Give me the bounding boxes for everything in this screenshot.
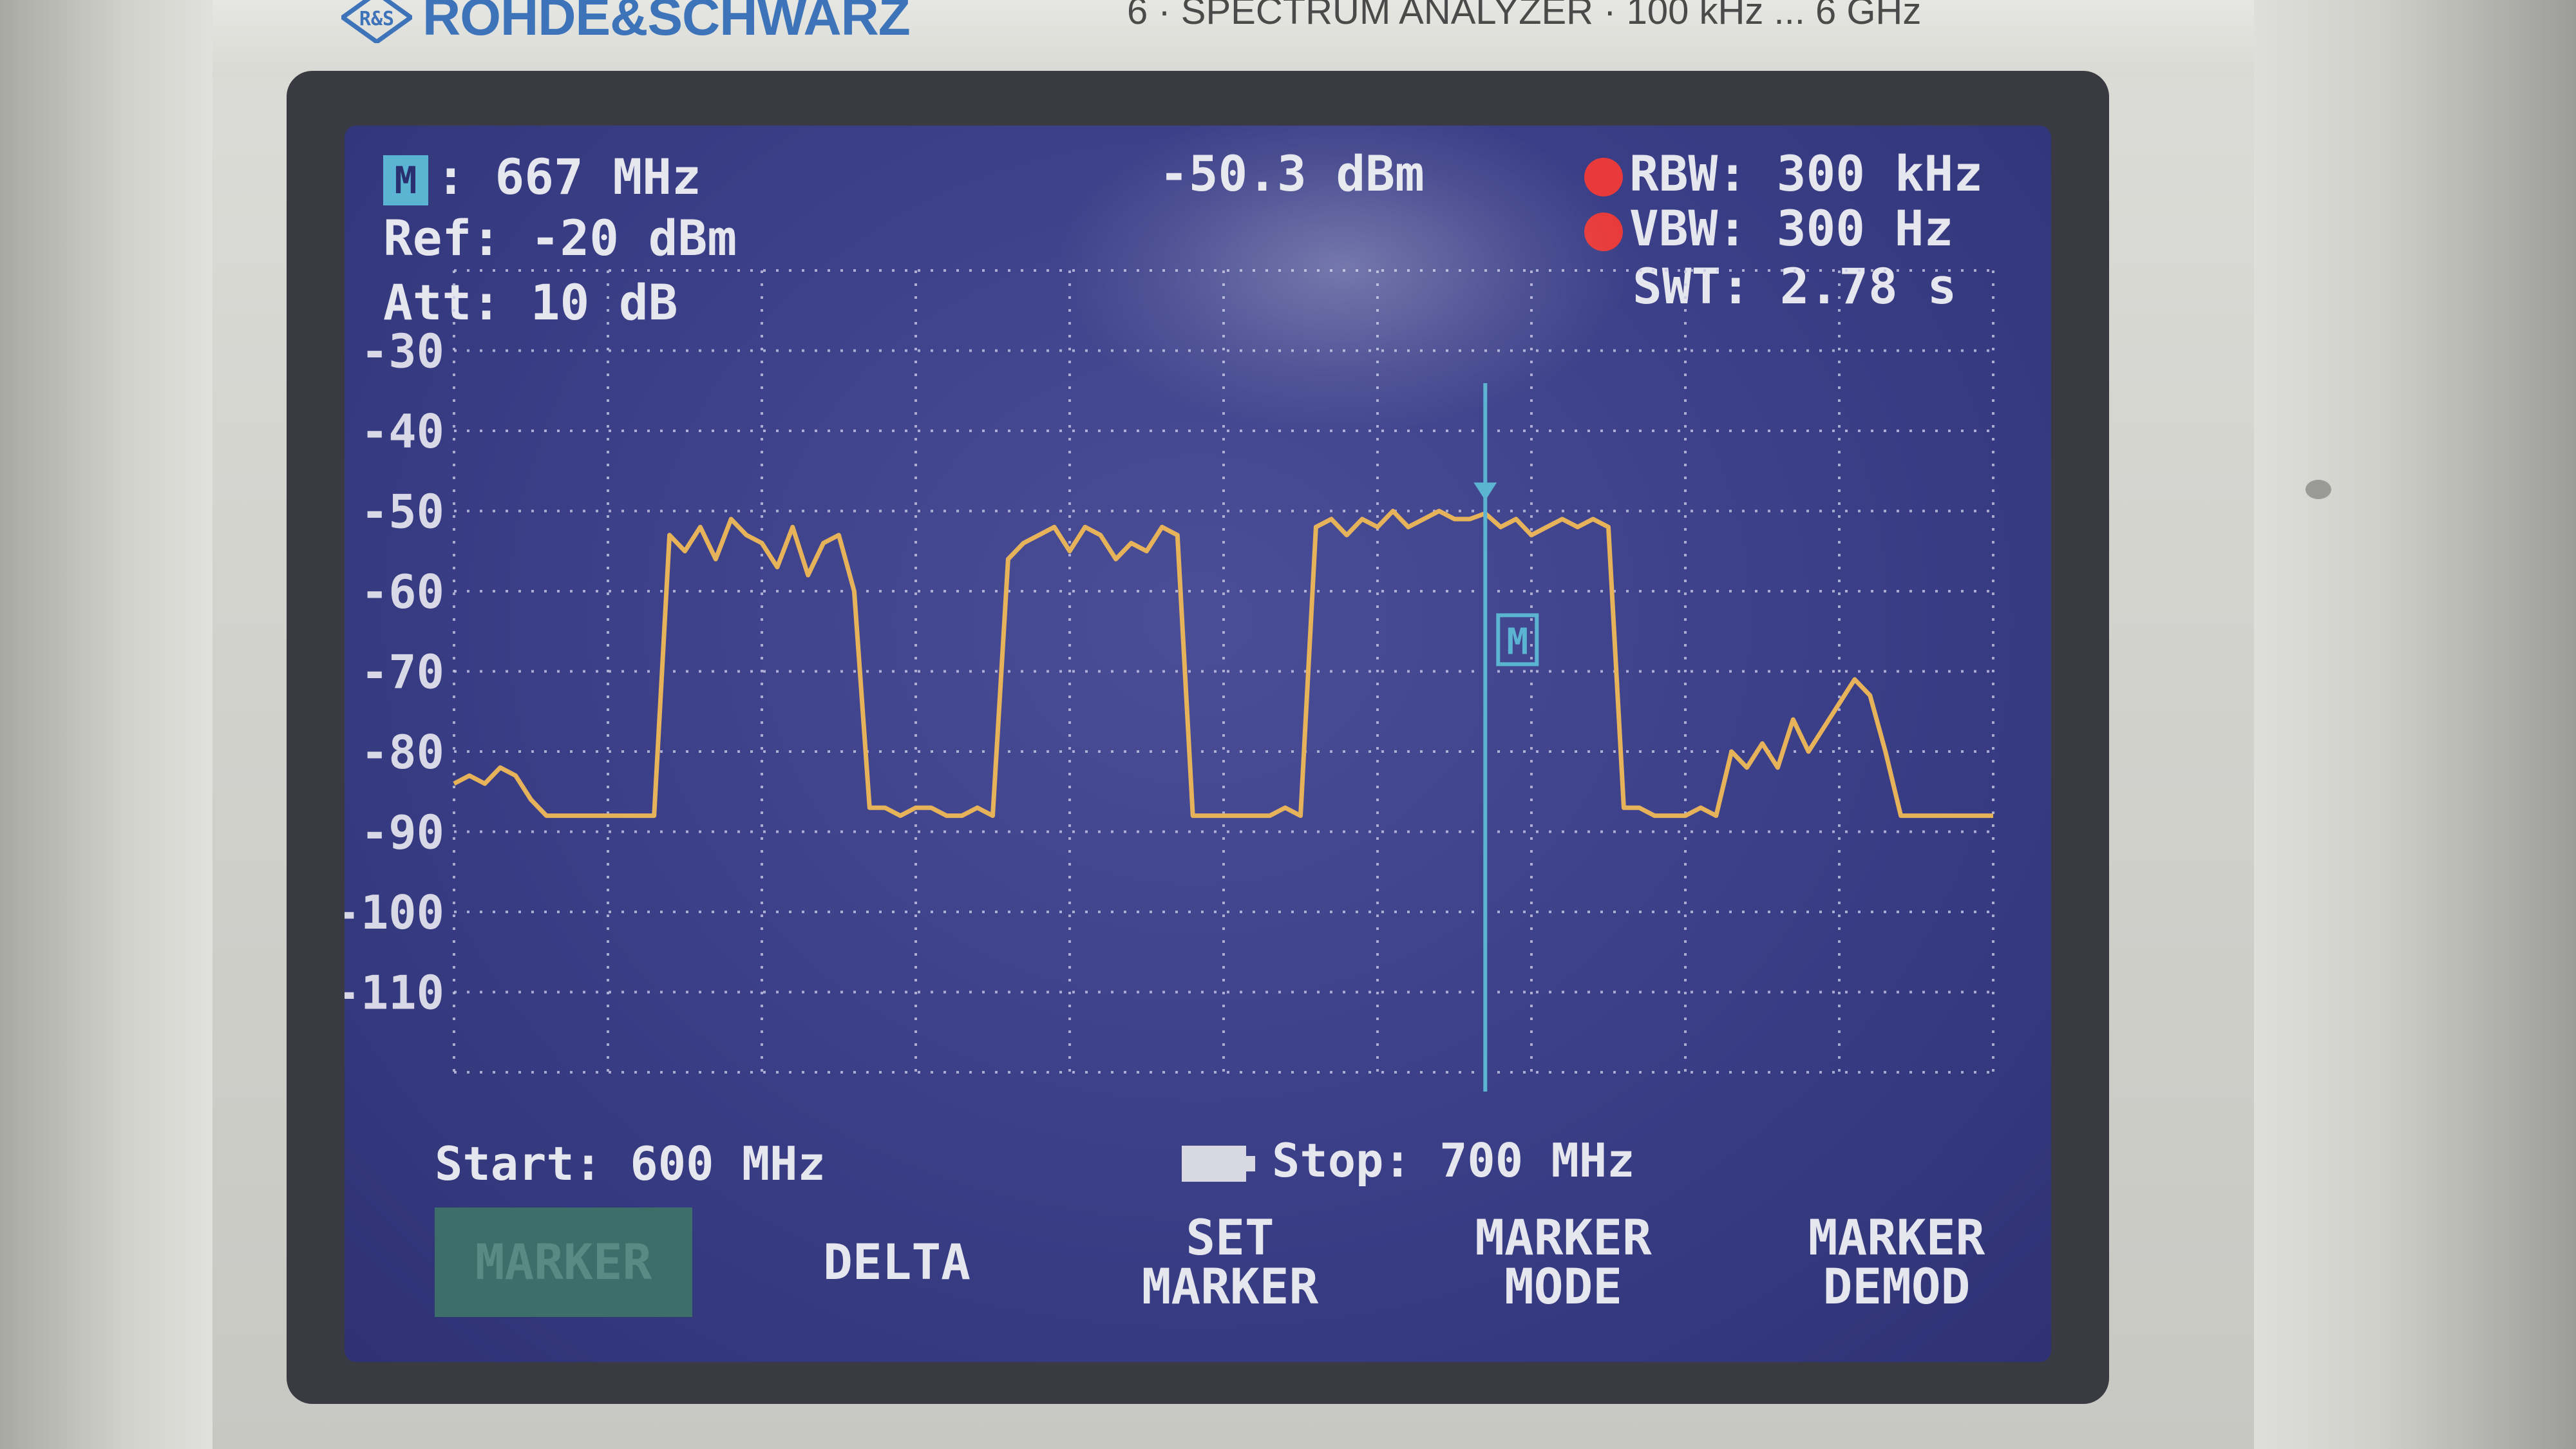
brand: R&S ROHDE&SCHWARZ <box>341 0 911 46</box>
softkey-set-marker[interactable]: SET MARKER <box>1101 1208 1359 1317</box>
start-frequency: Start: 600 MHz <box>435 1137 826 1191</box>
marker-symbol-label: M <box>1506 621 1528 663</box>
y-tick-label: -100 <box>345 886 444 940</box>
y-tick-label: -90 <box>361 806 444 860</box>
softkey-marker-demod[interactable]: MARKER DEMOD <box>1768 1208 2025 1317</box>
y-tick-label: -110 <box>345 966 444 1020</box>
brand-logo-icon: R&S <box>341 0 412 43</box>
softkey-delta[interactable]: DELTA <box>768 1208 1026 1317</box>
y-tick-label: -80 <box>361 725 444 779</box>
device-right-grip <box>2254 0 2576 1449</box>
screen: M: 667 MHz -50.3 dBm Ref: -20 dBm Att: 1… <box>345 126 2051 1362</box>
model-label: 6 · SPECTRUM ANALYZER · 100 kHz ... 6 GH… <box>1127 0 1922 32</box>
y-tick-label: -40 <box>361 404 444 459</box>
y-tick-label: -50 <box>361 485 444 539</box>
device-body: R&S ROHDE&SCHWARZ 6 · SPECTRUM ANALYZER … <box>0 0 2576 1449</box>
softkey-marker[interactable]: MARKER <box>435 1208 692 1317</box>
softkey-bar: MARKER DELTA SET MARKER MARKER MODE MARK… <box>435 1195 2025 1330</box>
spectrum-trace <box>453 509 1993 819</box>
marker-point <box>1473 482 1497 501</box>
side-button[interactable] <box>2306 480 2331 499</box>
stop-readout: Stop: 700 MHz <box>1182 1133 1635 1188</box>
battery-icon <box>1182 1146 1255 1182</box>
brand-name: ROHDE&SCHWARZ <box>422 0 911 46</box>
y-tick-label: -60 <box>361 565 444 619</box>
device-left-grip <box>0 0 213 1449</box>
svg-text:R&S: R&S <box>359 8 394 30</box>
y-tick-label: -30 <box>361 325 444 379</box>
y-tick-label: -70 <box>361 645 444 699</box>
stop-frequency: Stop: 700 MHz <box>1272 1133 1635 1188</box>
softkey-marker-mode[interactable]: MARKER MODE <box>1435 1208 1692 1317</box>
